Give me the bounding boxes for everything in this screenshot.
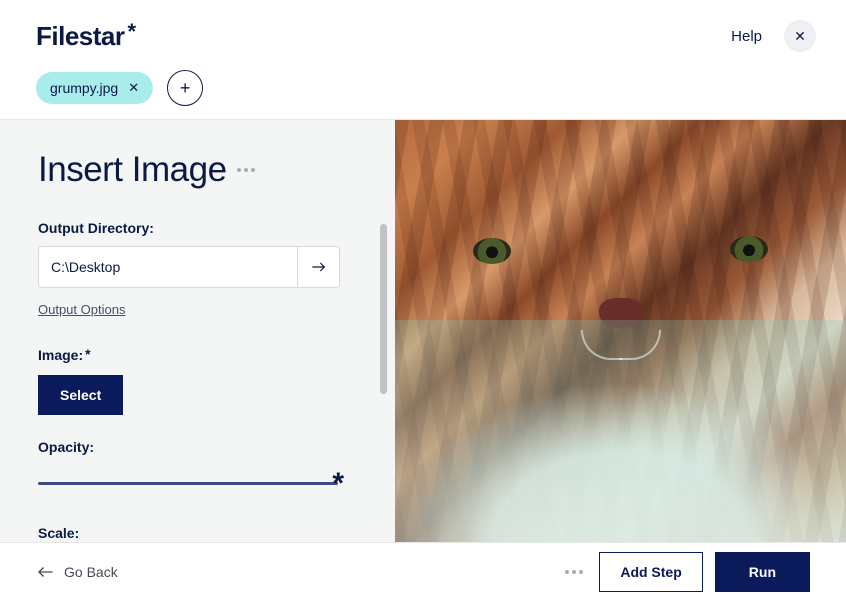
- image-label: Image:: [38, 347, 83, 363]
- app-header: Filestar * Help ✕ grumpy.jpg ✕ +: [0, 0, 846, 120]
- go-back-button[interactable]: Go Back: [36, 564, 118, 580]
- page-title: Insert Image: [38, 150, 227, 190]
- image-group: Image: * Select: [38, 347, 341, 415]
- preview-detail: [581, 330, 661, 360]
- footer-actions: Add Step Run: [565, 552, 810, 592]
- more-icon[interactable]: [237, 168, 255, 172]
- remove-file-icon[interactable]: ✕: [128, 80, 139, 96]
- run-button[interactable]: Run: [715, 552, 810, 592]
- output-directory-label: Output Directory:: [38, 220, 341, 236]
- app-name: Filestar: [36, 21, 125, 52]
- output-directory-row: [38, 246, 340, 288]
- preview-detail: [473, 238, 511, 264]
- settings-scroll[interactable]: Insert Image Output Directory: Output Op…: [0, 120, 377, 542]
- header-actions: Help ✕: [731, 20, 816, 52]
- output-directory-input[interactable]: [39, 247, 297, 287]
- plus-icon: +: [180, 78, 191, 99]
- header-top-row: Filestar * Help ✕: [36, 20, 816, 52]
- preview-detail: [599, 298, 643, 328]
- add-step-button[interactable]: Add Step: [599, 552, 702, 592]
- go-back-label: Go Back: [64, 564, 118, 580]
- add-file-button[interactable]: +: [167, 70, 203, 106]
- scrollbar-thumb[interactable]: [380, 224, 387, 394]
- slider-thumb-icon[interactable]: *: [332, 469, 344, 499]
- preview-detail: [730, 236, 768, 262]
- app-logo: Filestar *: [36, 21, 136, 52]
- arrow-left-icon: [36, 566, 54, 578]
- close-button[interactable]: ✕: [784, 20, 816, 52]
- required-asterisk-icon: *: [85, 347, 90, 361]
- scale-group: Scale:: [38, 525, 341, 541]
- opacity-group: Opacity: *: [38, 439, 341, 497]
- preview-detail: [395, 382, 846, 542]
- footer-bar: Go Back Add Step Run: [0, 542, 846, 600]
- scale-label: Scale:: [38, 525, 341, 541]
- image-label-row: Image: *: [38, 347, 341, 363]
- page-title-row: Insert Image: [38, 150, 341, 190]
- output-options-link[interactable]: Output Options: [38, 302, 125, 317]
- content-split: Insert Image Output Directory: Output Op…: [0, 120, 846, 542]
- preview-panel: [395, 120, 846, 542]
- select-image-button[interactable]: Select: [38, 375, 123, 415]
- footer-more-icon[interactable]: [565, 570, 583, 574]
- opacity-slider[interactable]: *: [38, 471, 338, 497]
- file-chip-label: grumpy.jpg: [50, 80, 118, 96]
- file-chip[interactable]: grumpy.jpg ✕: [36, 72, 153, 104]
- opacity-label: Opacity:: [38, 439, 341, 455]
- output-directory-group: Output Directory: Output Options: [38, 220, 341, 319]
- settings-panel: Insert Image Output Directory: Output Op…: [0, 120, 395, 542]
- help-link[interactable]: Help: [731, 28, 762, 45]
- output-directory-browse-button[interactable]: [297, 247, 339, 287]
- slider-track: [38, 482, 338, 485]
- close-icon: ✕: [794, 28, 806, 45]
- arrow-right-icon: [311, 260, 327, 274]
- file-chips-row: grumpy.jpg ✕ +: [36, 70, 816, 106]
- asterisk-icon: *: [128, 21, 136, 43]
